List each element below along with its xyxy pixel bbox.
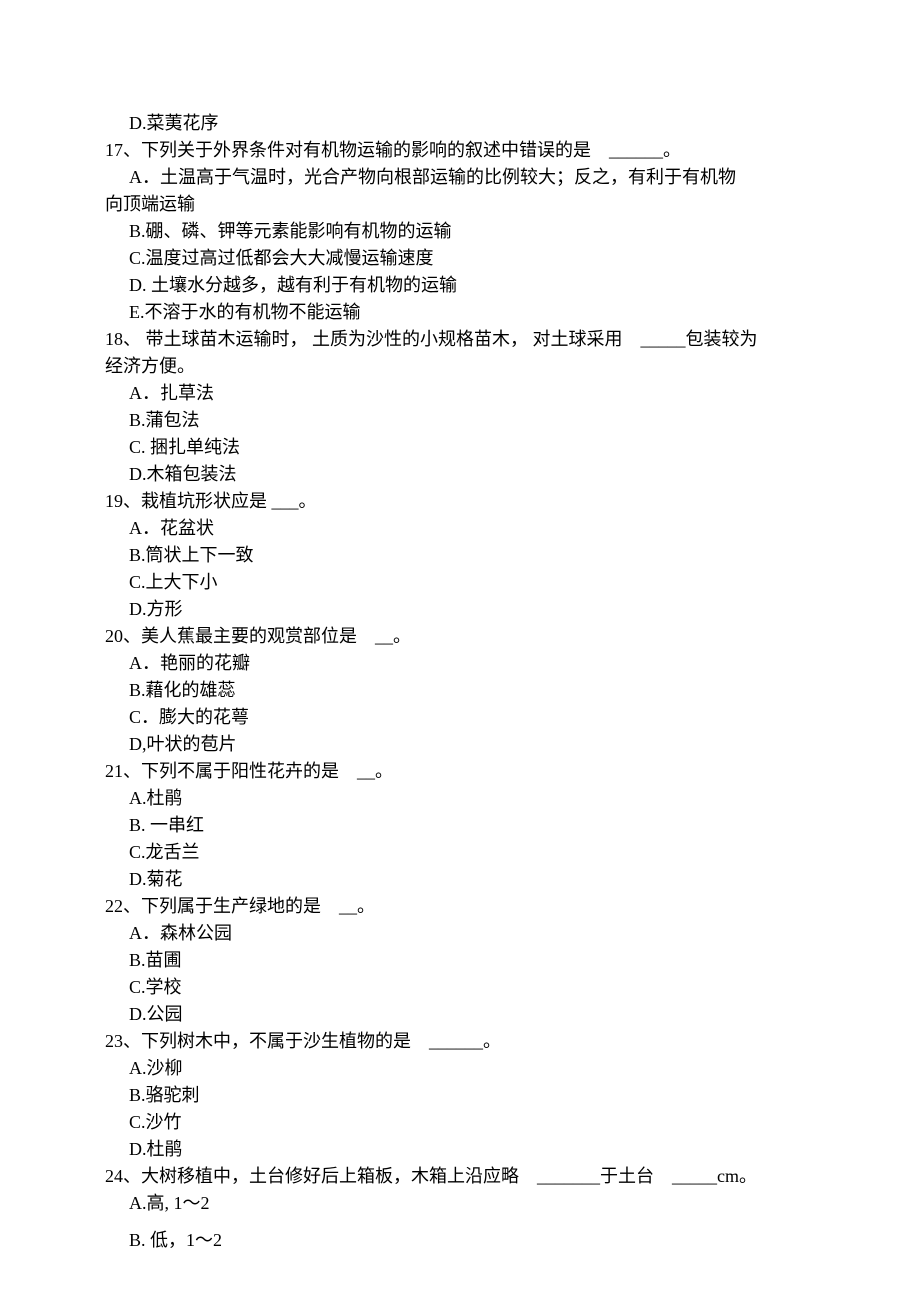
- question-line: 23、下列树木中，不属于沙生植物的是 ______。: [105, 1028, 835, 1055]
- question-line: 17、下列关于外界条件对有机物运输的影响的叙述中错误的是 ______。: [105, 137, 835, 164]
- answer-option: A.沙柳: [105, 1055, 835, 1082]
- answer-option: B.蒲包法: [105, 407, 835, 434]
- answer-option: A．森林公园: [105, 920, 835, 947]
- question-line: 20、美人蕉最主要的观赏部位是 __。: [105, 623, 835, 650]
- answer-option: C.上大下小: [105, 569, 835, 596]
- answer-option: D.公园: [105, 1001, 835, 1028]
- document-page: D.菜荑花序17、下列关于外界条件对有机物运输的影响的叙述中错误的是 _____…: [0, 0, 920, 1314]
- answer-option: B.苗圃: [105, 947, 835, 974]
- answer-option: B.骆驼刺: [105, 1082, 835, 1109]
- answer-option: C. 捆扎单纯法: [105, 434, 835, 461]
- question-line: 18、 带土球苗木运输时， 土质为沙性的小规格苗木， 对土球采用 _____包装…: [105, 326, 835, 353]
- answer-option: A．艳丽的花瓣: [105, 650, 835, 677]
- answer-option: D,叶状的苞片: [105, 731, 835, 758]
- answer-option: D.木箱包装法: [105, 461, 835, 488]
- answer-option: D.菜荑花序: [105, 110, 835, 137]
- answer-option: A.高, 1〜2: [105, 1190, 835, 1217]
- answer-option: A．扎草法: [105, 380, 835, 407]
- answer-option: A．花盆状: [105, 515, 835, 542]
- answer-option: A．土温高于气温时，光合产物向根部运输的比例较大；反之，有利于有机物: [105, 164, 835, 191]
- answer-option: D.菊花: [105, 866, 835, 893]
- question-line: 19、栽植坑形状应是 ___。: [105, 488, 835, 515]
- question-line: 21、下列不属于阳性花卉的是 __。: [105, 758, 835, 785]
- answer-option: C.沙竹: [105, 1109, 835, 1136]
- answer-option: B. 一串红: [105, 812, 835, 839]
- question-line: 向顶端运输: [105, 191, 835, 218]
- question-line: 经济方便。: [105, 353, 835, 380]
- answer-option: C.龙舌兰: [105, 839, 835, 866]
- question-line: 24、大树移植中，土台修好后上箱板，木箱上沿应略 _______于土台 ____…: [105, 1163, 835, 1190]
- answer-option: B.藉化的雄蕊: [105, 677, 835, 704]
- answer-option: B.硼、磷、钾等元素能影响有机物的运输: [105, 218, 835, 245]
- answer-option: D.杜鹃: [105, 1136, 835, 1163]
- answer-option: D. 土壤水分越多，越有利于有机物的运输: [105, 272, 835, 299]
- question-line: 22、下列属于生产绿地的是 __。: [105, 893, 835, 920]
- answer-option: C.学校: [105, 974, 835, 1001]
- answer-option: E.不溶于水的有机物不能运输: [105, 299, 835, 326]
- answer-option: C．膨大的花萼: [105, 704, 835, 731]
- answer-option: A.杜鹃: [105, 785, 835, 812]
- answer-option: D.方形: [105, 596, 835, 623]
- answer-option: C.温度过高过低都会大大减慢运输速度: [105, 245, 835, 272]
- answer-option: B. 低，1〜2: [105, 1227, 835, 1254]
- answer-option: B.筒状上下一致: [105, 542, 835, 569]
